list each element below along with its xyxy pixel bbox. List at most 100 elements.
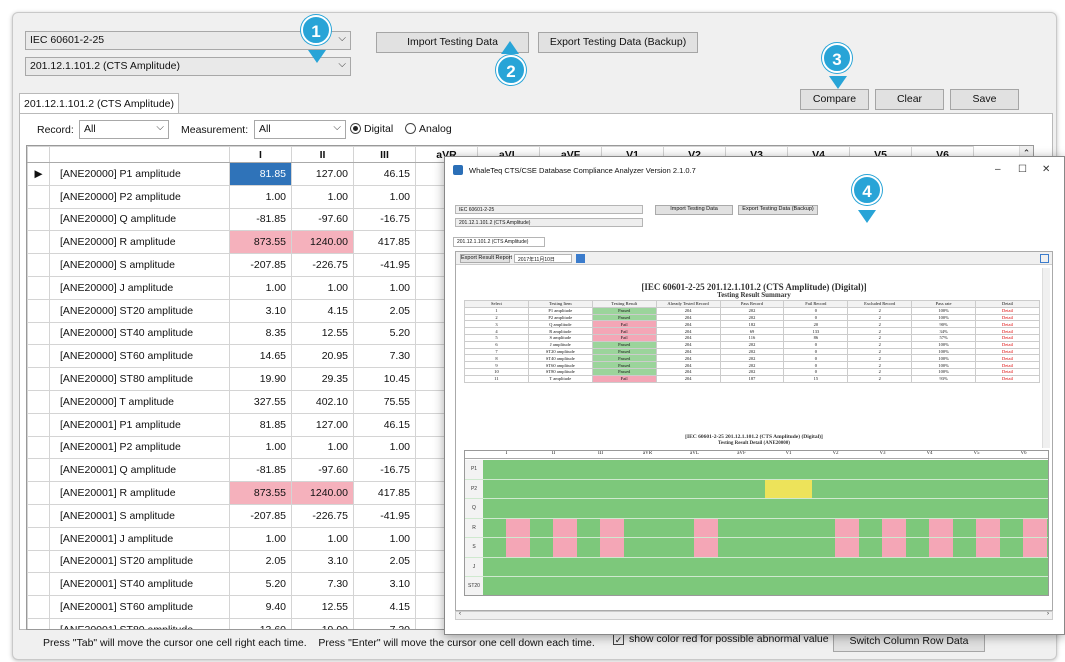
row-marker[interactable]: [27, 321, 50, 346]
clear-button[interactable]: Clear: [875, 89, 944, 110]
detail-link[interactable]: Detail: [975, 367, 1040, 376]
close-icon[interactable]: ✕: [1042, 164, 1050, 175]
row-marker[interactable]: [27, 412, 50, 437]
value-cell[interactable]: 14.65: [229, 344, 292, 369]
row-marker[interactable]: [27, 367, 50, 391]
analog-radio[interactable]: Analog: [405, 123, 452, 135]
detail-link[interactable]: Detail: [975, 354, 1040, 363]
inset-import-button[interactable]: Import Testing Data: [655, 205, 733, 215]
value-cell[interactable]: 1.00: [291, 435, 354, 460]
value-cell[interactable]: 9.40: [229, 595, 292, 619]
value-cell[interactable]: 10.45: [353, 367, 416, 391]
save-button[interactable]: Save: [950, 89, 1019, 110]
inset-standard-select[interactable]: IEC 60601-2-25: [455, 205, 643, 214]
value-cell[interactable]: 4.15: [291, 298, 354, 323]
value-cell[interactable]: 3.10: [229, 298, 292, 323]
date-picker[interactable]: 2017年11月10日: [514, 254, 572, 263]
row-marker[interactable]: [27, 617, 50, 629]
value-cell[interactable]: 1240.00: [291, 230, 354, 255]
detail-link[interactable]: Detail: [975, 361, 1040, 369]
value-cell[interactable]: 29.35: [291, 367, 354, 391]
value-cell[interactable]: -207.85: [229, 253, 292, 277]
value-cell[interactable]: -41.95: [353, 503, 416, 528]
value-cell[interactable]: 873.55: [229, 481, 292, 505]
row-marker[interactable]: [27, 184, 50, 209]
value-cell[interactable]: 1.00: [353, 184, 416, 209]
row-marker[interactable]: [27, 275, 50, 300]
value-cell[interactable]: 7.30: [291, 572, 354, 597]
row-marker[interactable]: [27, 481, 50, 505]
inset-tab[interactable]: 201.12.1.101.2 (CTS Amplitude): [453, 237, 545, 247]
detail-link[interactable]: Detail: [975, 320, 1040, 329]
value-cell[interactable]: -207.85: [229, 503, 292, 528]
value-cell[interactable]: 2.05: [353, 549, 416, 574]
value-cell[interactable]: -226.75: [291, 253, 354, 277]
row-marker[interactable]: [27, 253, 50, 277]
detail-grid[interactable]: I II III aVR aVL aVF V1 V2 V3 V4 V5 V6 P1 P2 Q R S J ST20: [464, 450, 1049, 596]
record-select[interactable]: All ⌵: [79, 120, 169, 139]
report-scrollbar[interactable]: [1042, 268, 1050, 448]
inset-clause-select[interactable]: 201.12.1.101.2 (CTS Amplitude): [455, 218, 643, 227]
detail-link[interactable]: Detail: [975, 333, 1040, 342]
horizontal-scrollbar[interactable]: ‹ ›: [455, 611, 1053, 620]
value-cell[interactable]: -81.85: [229, 207, 292, 232]
value-cell[interactable]: 8.35: [229, 321, 292, 346]
value-cell[interactable]: 3.10: [353, 572, 416, 597]
row-marker[interactable]: [27, 389, 50, 414]
value-cell[interactable]: 417.85: [353, 481, 416, 505]
value-cell[interactable]: -81.85: [229, 458, 292, 483]
value-cell[interactable]: 417.85: [353, 230, 416, 255]
value-cell[interactable]: 1.00: [353, 526, 416, 551]
scroll-right-icon[interactable]: ›: [1047, 611, 1049, 617]
value-cell[interactable]: 2.05: [353, 298, 416, 323]
value-cell[interactable]: -41.95: [353, 253, 416, 277]
detail-link[interactable]: Detail: [975, 340, 1040, 349]
compare-button[interactable]: Compare: [800, 89, 869, 110]
value-cell[interactable]: 1.00: [229, 526, 292, 551]
value-cell[interactable]: 1.00: [229, 275, 292, 300]
row-marker[interactable]: [27, 298, 50, 323]
value-cell[interactable]: 1.00: [229, 184, 292, 209]
row-marker[interactable]: [27, 435, 50, 460]
value-cell[interactable]: 46.15: [353, 162, 416, 186]
column-header[interactable]: II: [291, 146, 354, 163]
detail-link[interactable]: Detail: [975, 347, 1040, 356]
scroll-left-icon[interactable]: ‹: [459, 611, 461, 617]
tab-cts-amplitude[interactable]: 201.12.1.101.2 (CTS Amplitude): [19, 93, 179, 113]
value-cell[interactable]: 402.10: [291, 389, 354, 414]
value-cell[interactable]: 7.30: [353, 344, 416, 369]
value-cell[interactable]: 4.15: [353, 595, 416, 619]
value-cell[interactable]: 20.95: [291, 344, 354, 369]
maximize-icon[interactable]: ☐: [1018, 164, 1027, 175]
value-cell[interactable]: -16.75: [353, 458, 416, 483]
row-marker[interactable]: [27, 344, 50, 369]
row-marker[interactable]: [27, 458, 50, 483]
value-cell[interactable]: 2.05: [229, 549, 292, 574]
detail-link[interactable]: Detail: [975, 327, 1040, 335]
value-cell[interactable]: 873.55: [229, 230, 292, 255]
refresh-icon[interactable]: [1040, 254, 1049, 263]
row-marker[interactable]: [27, 526, 50, 551]
value-cell[interactable]: 19.90: [229, 367, 292, 391]
value-cell[interactable]: -97.60: [291, 207, 354, 232]
value-cell[interactable]: 1.00: [291, 526, 354, 551]
value-cell[interactable]: 127.00: [291, 412, 354, 437]
row-marker[interactable]: [27, 207, 50, 232]
detail-link[interactable]: Detail: [975, 313, 1040, 322]
value-cell[interactable]: 127.00: [291, 162, 354, 186]
row-marker[interactable]: [27, 572, 50, 597]
calendar-icon[interactable]: [576, 254, 585, 263]
export-backup-button[interactable]: Export Testing Data (Backup): [538, 32, 698, 53]
value-cell[interactable]: 1.00: [291, 275, 354, 300]
value-cell[interactable]: -16.75: [353, 207, 416, 232]
export-result-button[interactable]: Export Result Report: [460, 254, 512, 263]
clause-select[interactable]: 201.12.1.101.2 (CTS Amplitude) ⌵: [25, 57, 351, 76]
digital-radio[interactable]: Digital: [350, 123, 393, 135]
value-cell[interactable]: 5.20: [353, 321, 416, 346]
value-cell[interactable]: 1.00: [353, 435, 416, 460]
column-header[interactable]: III: [353, 146, 416, 163]
row-marker[interactable]: [27, 230, 50, 255]
measurement-select[interactable]: All ⌵: [254, 120, 346, 139]
value-cell[interactable]: 46.15: [353, 412, 416, 437]
minimize-icon[interactable]: –: [995, 164, 1001, 175]
